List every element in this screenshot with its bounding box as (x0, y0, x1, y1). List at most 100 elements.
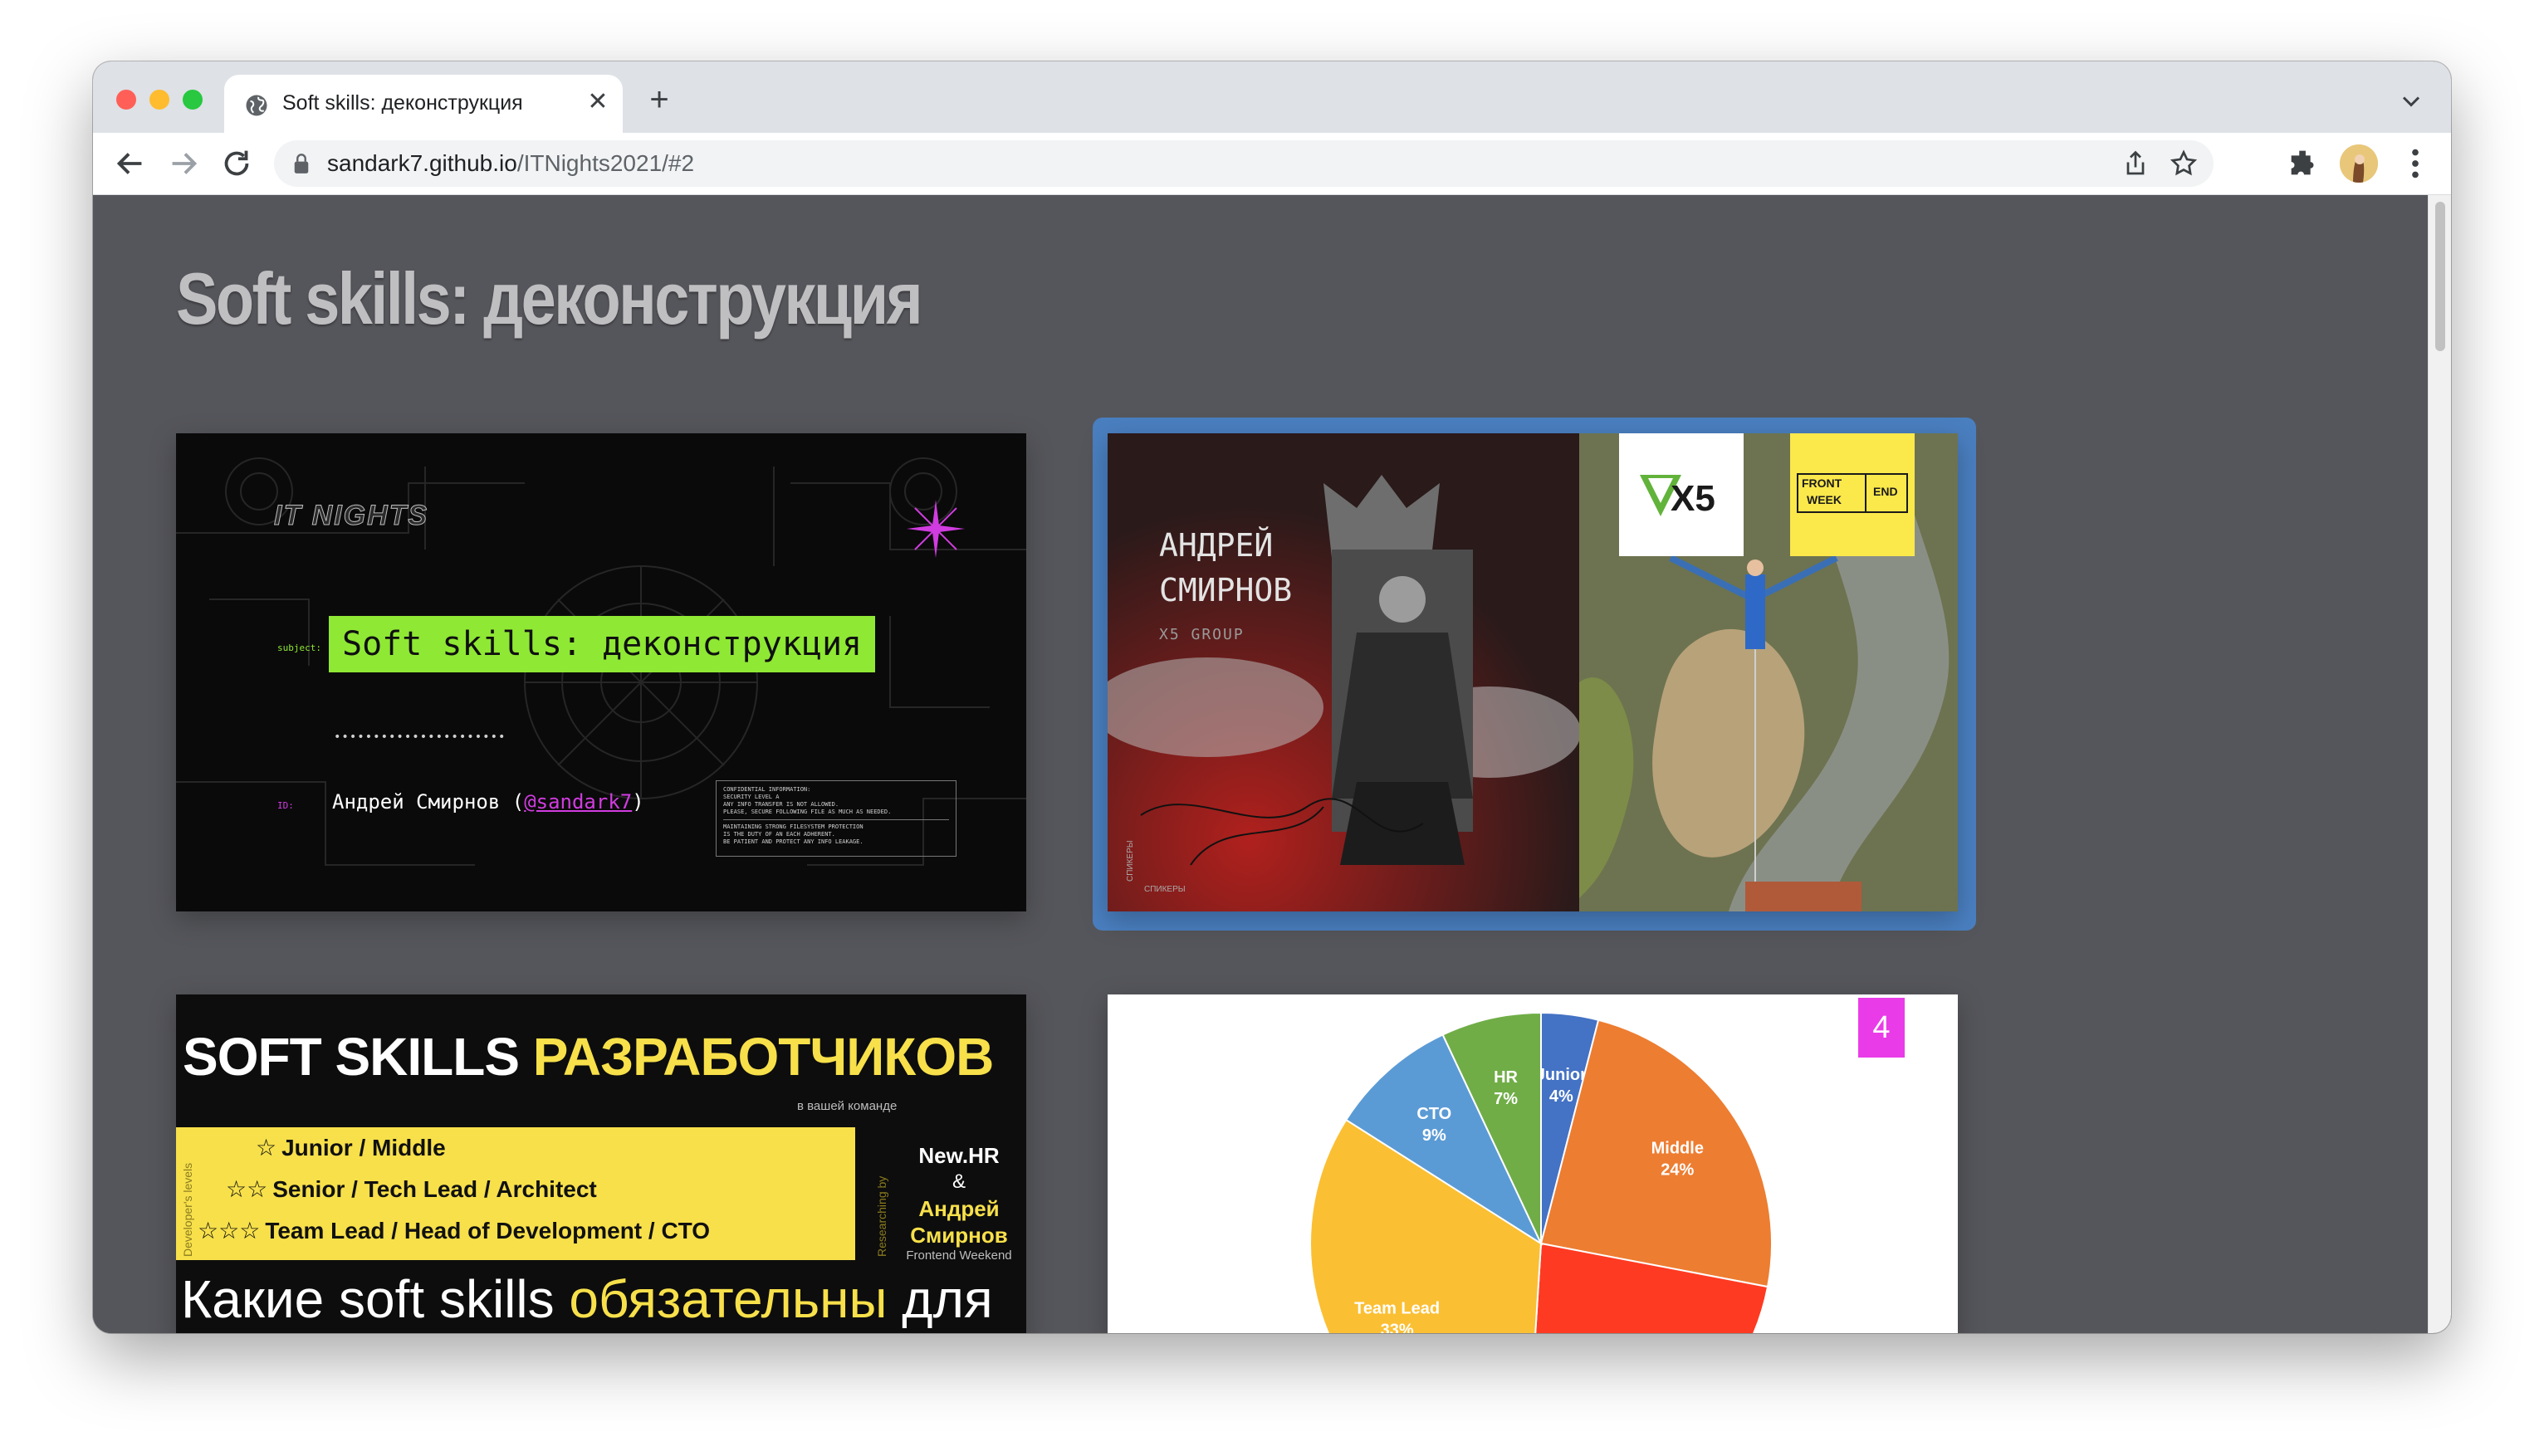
pie-slice-label: Middle (1651, 1140, 1704, 1158)
chevron-down-icon[interactable] (2396, 86, 2426, 116)
url-text: sandark7.github.io/ITNights2021/#2 (327, 150, 694, 177)
share-icon[interactable] (2121, 149, 2150, 178)
slide-author: Андрей Смирнов (@sandark7) (332, 790, 644, 814)
author-handle-link: @sandark7 (524, 790, 633, 814)
pie-slice-label: CTO (1416, 1105, 1451, 1123)
lock-icon[interactable] (292, 153, 311, 174)
bookmark-star-icon[interactable] (2169, 149, 2199, 178)
newhr-credit: New.HR & Андрей Смирнов Frontend Weekend (905, 1142, 1013, 1263)
slide-thumbnail-3[interactable]: SOFT SKILLS РАЗРАБОТЧИКОВ в вашей команд… (176, 994, 1026, 1333)
speaker-name-line2: СМИРНОВ (1159, 572, 1293, 608)
subject-label: subject: (277, 642, 321, 653)
info-line: PLEASE, SECURE FOLLOWING FILE AS MUCH AS… (723, 809, 892, 815)
scrollbar-thumb[interactable] (2435, 202, 2445, 351)
it-nights-logo: IT NIGHTS (273, 500, 429, 532)
reload-icon[interactable] (218, 144, 256, 183)
speaker-name-line1: АНДРЕЙ (1159, 527, 1274, 564)
url-path: /ITNights2021/#2 (516, 150, 695, 176)
back-icon[interactable] (111, 144, 149, 183)
headline-white: SOFT SKILLS (183, 1027, 533, 1087)
id-label: ID: (277, 800, 294, 811)
info-divider (723, 819, 949, 820)
page-content[interactable]: Soft skills: деконструкция IT NIGHTS sub… (93, 195, 2428, 1333)
ampersand: & (952, 1170, 966, 1193)
slide-subject: Soft skills: деконструкция (329, 616, 876, 672)
pie-slice-percent: 7% (1494, 1090, 1518, 1108)
slide-thumbnail-1[interactable]: IT NIGHTS subject: Soft skills: деконстр… (176, 433, 1026, 911)
author-close: ) (632, 790, 644, 814)
newhr-name: New.HR (918, 1143, 1000, 1168)
headline-yellow: РАЗРАБОТЧИКОВ (532, 1027, 995, 1087)
slide-headline: SOFT SKILLS РАЗРАБОТЧИКОВ (183, 1026, 995, 1087)
info-line: SECURITY LEVEL A (723, 794, 780, 800)
x5-logo-text: X5 (1671, 478, 1715, 519)
info-line: ANY INFO TRANSFER IS NOT ALLOWED. (723, 801, 839, 808)
confidential-info-box: CONFIDENTIAL INFORMATION: SECURITY LEVEL… (716, 780, 956, 857)
slide-thumbnail-4[interactable]: Junior 4% Middle 24% Team Lead 33% CTO 9% HR 7% 4 (1108, 994, 1958, 1333)
team-note: в вашей команде (797, 1099, 898, 1113)
pie-slice-percent: 4% (1549, 1087, 1573, 1106)
profile-avatar[interactable] (2340, 144, 2378, 183)
more-menu-icon[interactable] (2396, 144, 2434, 183)
info-line: BE PATIENT AND PROTECT ANY INFO LEAKAGE. (723, 838, 863, 845)
star-icon: ☆ (256, 1135, 277, 1160)
question-end: для (887, 1269, 993, 1329)
x5-logo: X5 (1619, 433, 1744, 556)
pie-slice-label: HR (1494, 1068, 1518, 1087)
level-row: ☆☆☆ Team Lead / Head of Development / CTO (198, 1217, 710, 1244)
tab-active[interactable]: Soft skills: деконструкция ✕ (224, 75, 623, 133)
author-name: Андрей Смирнов ( (332, 790, 525, 814)
star-icon: ☆☆ (226, 1176, 268, 1202)
pie-slice-percent: 33% (1381, 1321, 1414, 1333)
extensions-icon[interactable] (2285, 144, 2323, 183)
star-icon: ☆☆☆ (198, 1218, 261, 1243)
pie-slice-label: Team Lead (1354, 1299, 1440, 1317)
pie-chart: Junior 4% Middle 24% Team Lead 33% CTO 9% HR 7% (1309, 1011, 1773, 1333)
fw-logo-box: FRONT WEEK END (1797, 473, 1908, 513)
star-burst-icon (907, 500, 965, 558)
info-line: MAINTAINING STRONG FILESYSTEM PROTECTION (723, 823, 863, 830)
level-text: Team Lead / Head of Development / CTO (265, 1218, 711, 1243)
close-window-button[interactable] (116, 90, 136, 110)
tab-title: Soft skills: деконструкция (282, 91, 523, 115)
bungee-photo-panel: X5 FRONT WEEK END (1579, 433, 1958, 911)
slide-thumbnail-2[interactable]: АНДРЕЙ СМИРНОВ X5 GROUP СПИКЕРЫ СПИКЕРЫ (1108, 433, 1958, 911)
slide-question: Какие soft skills обязательны для (181, 1268, 993, 1330)
tab-strip: Soft skills: деконструкция ✕ + (93, 61, 2451, 133)
address-bar[interactable]: sandark7.github.io/ITNights2021/#2 (274, 140, 2214, 187)
speakers-vertical-label: СПИКЕРЫ (1126, 840, 1135, 882)
level-row: ☆ Junior / Middle (256, 1134, 446, 1161)
speaker-company: X5 GROUP (1159, 626, 1245, 643)
levels-panel: Developer's levels Researching by ☆ Junio… (176, 1127, 888, 1260)
pie-slice-percent: 9% (1422, 1126, 1446, 1145)
toolbar: sandark7.github.io/ITNights2021/#2 (93, 133, 2451, 195)
speaker-collage-image (1108, 433, 1579, 911)
minimize-window-button[interactable] (149, 90, 169, 110)
question-yellow: обязательны (569, 1269, 888, 1329)
maximize-window-button[interactable] (183, 90, 203, 110)
forward-icon[interactable] (164, 144, 203, 183)
pie-slice-percent: 24% (1661, 1161, 1694, 1180)
credit-author: Андрей Смирнов (910, 1196, 1008, 1248)
speakers-label: СПИКЕРЫ (1144, 885, 1186, 894)
research-label: Researching by (875, 1175, 888, 1257)
dotted-separator: •••••••••••••••••••••• (334, 730, 506, 744)
fw-front: FRONT (1802, 476, 1842, 490)
speaker-name: АНДРЕЙ СМИРНОВ (1159, 523, 1292, 613)
url-domain: sandark7.github.io (327, 150, 517, 176)
browser-window: Soft skills: деконструкция ✕ + sandark7.… (93, 61, 2451, 1333)
new-tab-button[interactable]: + (641, 83, 678, 120)
pie-slice-label: Junior (1536, 1066, 1587, 1084)
level-text: Senior / Tech Lead / Architect (272, 1176, 597, 1202)
page-title: Soft skills: деконструкция (176, 257, 923, 340)
close-tab-icon[interactable]: ✕ (583, 87, 613, 117)
info-line: CONFIDENTIAL INFORMATION: (723, 786, 811, 793)
fw-divider (1865, 475, 1866, 511)
globe-icon (246, 95, 267, 116)
slide-number-badge: 4 (1858, 998, 1905, 1058)
fw-end: END (1873, 485, 1898, 498)
question-white: Какие soft skills (181, 1269, 570, 1329)
fw-week: WEEK (1807, 493, 1842, 506)
vertical-scrollbar[interactable] (2428, 195, 2451, 1333)
info-line: IS THE DUTY OF AN EACH ADHERENT. (723, 831, 835, 838)
